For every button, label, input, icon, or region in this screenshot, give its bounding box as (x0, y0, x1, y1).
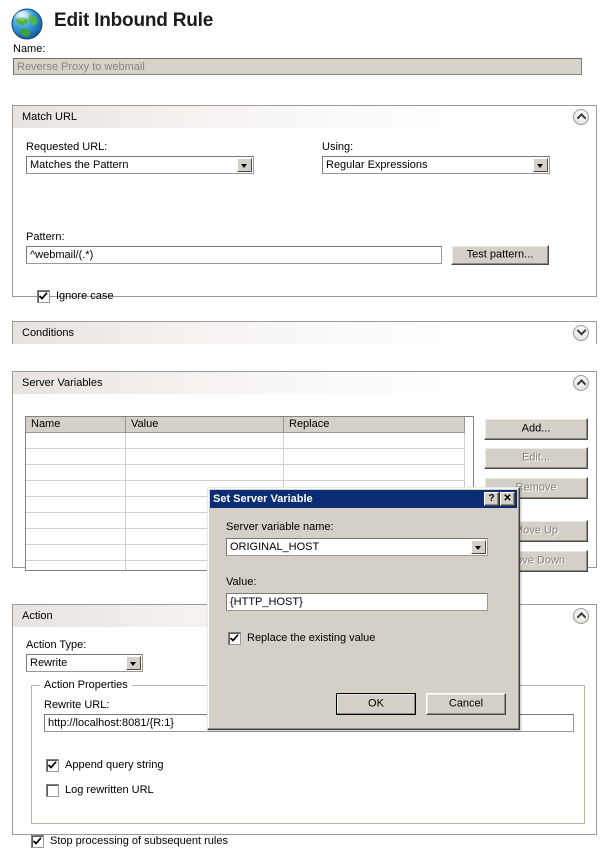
checkbox-box (46, 759, 59, 772)
variable-name-select[interactable]: ORIGINAL_HOST (226, 538, 488, 556)
rewrite-url-label: Rewrite URL: (44, 699, 110, 711)
globe-icon (11, 8, 43, 40)
action-type-label: Action Type: (26, 639, 87, 651)
table-row[interactable] (26, 433, 473, 449)
requested-url-select[interactable]: Matches the Pattern (26, 156, 254, 174)
edit-button-label: Edit... (521, 451, 551, 464)
checkbox-box (37, 290, 50, 303)
section-server-variables-header[interactable]: Server Variables (13, 372, 596, 395)
cell-replace[interactable] (284, 449, 465, 465)
using-value: Regular Expressions (326, 159, 428, 171)
column-header-value[interactable]: Value (126, 417, 284, 433)
cell-name[interactable] (26, 529, 126, 545)
check-icon (39, 292, 48, 300)
ignore-case-label: Ignore case (56, 290, 114, 302)
edit-button[interactable]: Edit... (484, 447, 588, 469)
grid-header-row: Name Value Replace (26, 417, 473, 433)
name-label: Name: (13, 43, 46, 55)
action-type-value: Rewrite (30, 657, 68, 669)
cell-name[interactable] (26, 481, 126, 497)
cancel-button[interactable]: Cancel (426, 693, 506, 715)
pattern-input[interactable] (26, 246, 442, 264)
cell-replace[interactable] (284, 465, 465, 481)
cell-name[interactable] (26, 465, 126, 481)
value-label: Value: (226, 576, 257, 588)
cell-name[interactable] (26, 545, 126, 561)
column-header-name[interactable]: Name (26, 417, 126, 433)
section-server-variables-title: Server Variables (22, 377, 103, 389)
section-conditions-header[interactable]: Conditions (13, 322, 596, 345)
action-type-select[interactable]: Rewrite (26, 654, 143, 672)
check-icon (230, 634, 239, 642)
cell-value[interactable] (126, 465, 284, 481)
requested-url-value: Matches the Pattern (30, 159, 129, 171)
add-button[interactable]: Add... (484, 418, 588, 440)
value-input[interactable] (226, 593, 488, 611)
cell-name[interactable] (26, 449, 126, 465)
section-match-url: Match URL Requested URL: Matches the Pat… (12, 105, 597, 303)
chevron-down-icon[interactable] (237, 158, 252, 172)
checkbox-box (46, 784, 59, 797)
chevron-up-icon[interactable] (573, 109, 589, 125)
check-icon (48, 761, 57, 769)
cell-value[interactable] (126, 433, 284, 449)
cell-value[interactable] (126, 449, 284, 465)
section-match-url-header[interactable]: Match URL (13, 106, 596, 129)
action-properties-legend: Action Properties (40, 679, 132, 691)
page-header: Edit Inbound Rule Name: (0, 0, 609, 75)
dialog-title: Set Server Variable (213, 493, 313, 505)
section-match-url-title: Match URL (22, 111, 78, 123)
page-title: Edit Inbound Rule (54, 10, 214, 31)
add-button-label: Add... (521, 422, 551, 435)
rule-name-input[interactable] (13, 58, 582, 75)
section-conditions-title: Conditions (22, 327, 74, 339)
chevron-down-icon[interactable] (573, 325, 589, 341)
column-header-replace[interactable]: Replace (284, 417, 465, 433)
dialog-titlebar[interactable]: Set Server Variable ? ✕ (210, 490, 517, 508)
cell-name[interactable] (26, 561, 126, 570)
ok-button-label: OK (368, 697, 384, 710)
checkbox-box (228, 632, 241, 645)
set-server-variable-dialog: Set Server Variable ? ✕ Server variable … (207, 487, 520, 730)
using-label: Using: (322, 141, 354, 153)
section-conditions[interactable]: Conditions (12, 321, 597, 345)
table-row[interactable] (26, 465, 473, 481)
section-action-title: Action (22, 610, 53, 622)
variable-name-value: ORIGINAL_HOST (230, 541, 320, 553)
check-icon (33, 837, 42, 845)
stop-processing-label: Stop processing of subsequent rules (50, 835, 228, 847)
chevron-down-icon[interactable] (471, 540, 486, 554)
cell-name[interactable] (26, 513, 126, 529)
cell-name[interactable] (26, 433, 126, 449)
table-row[interactable] (26, 449, 473, 465)
close-icon[interactable]: ✕ (500, 492, 515, 506)
log-rewritten-url-label: Log rewritten URL (65, 784, 154, 796)
using-select[interactable]: Regular Expressions (322, 156, 550, 174)
chevron-up-icon[interactable] (573, 608, 589, 624)
cell-replace[interactable] (284, 433, 465, 449)
chevron-down-icon[interactable] (533, 158, 548, 172)
variable-name-label: Server variable name: (226, 521, 334, 533)
pattern-label: Pattern: (26, 231, 65, 243)
chevron-down-icon[interactable] (126, 656, 141, 670)
ok-button[interactable]: OK (336, 693, 416, 715)
cell-name[interactable] (26, 497, 126, 513)
chevron-up-icon[interactable] (573, 375, 589, 391)
requested-url-label: Requested URL: (26, 141, 108, 153)
test-pattern-label: Test pattern... (466, 248, 534, 261)
checkbox-box (31, 835, 44, 848)
cancel-button-label: Cancel (448, 697, 484, 710)
replace-existing-value-label: Replace the existing value (247, 632, 376, 644)
help-icon[interactable]: ? (484, 492, 499, 506)
append-query-string-label: Append query string (65, 759, 164, 771)
test-pattern-button[interactable]: Test pattern... (451, 245, 549, 265)
